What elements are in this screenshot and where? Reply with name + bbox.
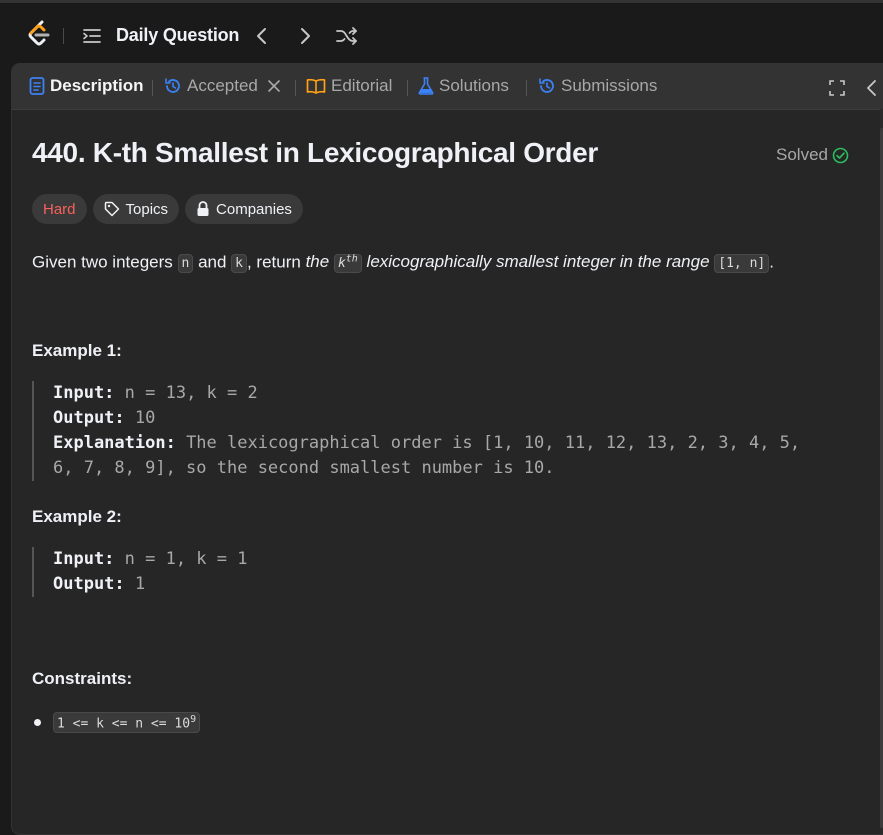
tab-divider (526, 80, 527, 96)
output-label: Output: (53, 574, 125, 594)
problem-tags: Hard Topics Companies (32, 194, 303, 224)
tab-accepted-label: Accepted (187, 76, 258, 95)
inline-code: n (177, 254, 194, 274)
constraint-item: 1 <= k <= n <= 109 (32, 712, 201, 734)
tab-solutions[interactable]: Solutions (418, 76, 509, 96)
tab-solutions-label: Solutions (439, 76, 509, 95)
maximize-icon[interactable] (829, 80, 845, 96)
shuffle-icon (336, 27, 357, 45)
example-1-block: Input: n = 13, k = 2 Output: 10 Explanat… (32, 381, 800, 481)
chevron-left-icon (257, 28, 266, 44)
collapse-panel-icon[interactable] (865, 79, 877, 97)
flask-icon (418, 77, 434, 95)
input-value: n = 13, k = 2 (114, 383, 258, 403)
tab-divider (295, 80, 296, 96)
divider (63, 28, 64, 44)
companies-button[interactable]: Companies (185, 194, 303, 224)
tab-divider (152, 80, 153, 96)
input-label: Input: (53, 383, 115, 403)
constraint-exponent: 9 (190, 714, 197, 725)
constraint-text: 1 <= k <= n <= 10 (57, 716, 191, 732)
kth-base: k (337, 256, 346, 272)
desc-text: lexicographically smallest integer in th… (361, 252, 715, 272)
prev-question-button[interactable] (251, 25, 273, 47)
tab-editorial-label: Editorial (331, 76, 393, 95)
chevron-right-icon (301, 28, 310, 44)
tab-submissions-label: Submissions (561, 76, 658, 95)
problem-list-icon[interactable] (82, 26, 102, 46)
inline-code: [1, n] (714, 254, 770, 274)
solved-status: Solved (776, 145, 849, 165)
tag-icon (104, 201, 119, 217)
constraints-heading: Constraints: (32, 669, 133, 688)
tab-divider (407, 80, 408, 96)
tab-submissions[interactable]: Submissions (538, 76, 657, 96)
inline-code: k (231, 254, 247, 274)
history-icon (165, 78, 180, 93)
output-value: 1 (124, 574, 146, 594)
problem-description: Given two integers n and k, return the k… (32, 247, 774, 277)
description-panel: Description Accepted Editorial Solutions… (11, 63, 883, 835)
inline-code: kth (333, 254, 362, 274)
leetcode-logo-icon[interactable] (26, 20, 52, 48)
companies-label: Companies (216, 200, 292, 218)
desc-text: Given two integers (32, 252, 178, 272)
check-circle-icon (832, 147, 849, 163)
random-question-button[interactable] (334, 25, 360, 47)
tab-description[interactable]: Description (29, 76, 144, 96)
example-2-block: Input: n = 1, k = 1 Output: 1 (32, 547, 247, 597)
output-value: 10 (124, 408, 156, 428)
next-question-button[interactable] (294, 25, 316, 47)
daily-question-title[interactable]: Daily Question (116, 25, 239, 46)
tab-accepted[interactable]: Accepted (164, 76, 285, 96)
desc-text: , return (246, 252, 306, 272)
book-icon (306, 78, 326, 94)
inline-code: 1 <= k <= n <= 109 (53, 712, 201, 734)
tab-bar: Description Accepted Editorial Solutions… (12, 64, 883, 110)
desc-text: and (193, 252, 232, 272)
input-value: n = 1, k = 1 (114, 549, 248, 569)
output-label: Output: (53, 408, 125, 428)
bullet (34, 719, 41, 727)
example-1-heading: Example 1: (32, 341, 122, 360)
history-icon (539, 78, 554, 93)
top-bar: Daily Question (0, 0, 883, 64)
explanation-label: Explanation: (53, 433, 176, 453)
problem-title[interactable]: 440. K-th Smallest in Lexicographical Or… (32, 137, 598, 169)
topics-label: Topics (125, 200, 169, 218)
kth-superscript: th (345, 254, 358, 265)
explanation-text: The lexicographical order is [1, 10, 11,… (175, 433, 801, 453)
tab-description-label: Description (50, 76, 144, 95)
tab-editorial[interactable]: Editorial (306, 76, 392, 96)
example-2-heading: Example 2: (32, 507, 122, 526)
topics-button[interactable]: Topics (92, 194, 180, 224)
close-icon[interactable] (268, 80, 280, 92)
lock-icon (197, 201, 209, 216)
document-icon (29, 77, 45, 95)
desc-text: . (769, 252, 774, 272)
input-label: Input: (53, 549, 115, 569)
desc-text: the (305, 252, 334, 272)
difficulty-badge: Hard (32, 194, 87, 224)
explanation-text: 6, 7, 8, 9], so the second smallest numb… (53, 458, 555, 478)
solved-label: Solved (776, 145, 828, 164)
